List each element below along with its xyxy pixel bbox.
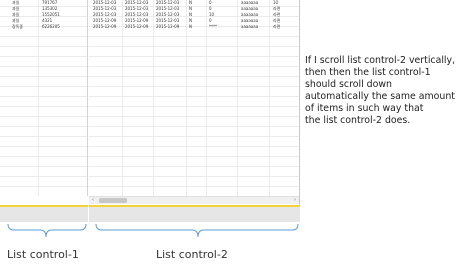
grid-line [0,176,87,177]
note-line: then then the list control-1 [305,67,431,78]
note-line: of items in such way that [305,103,424,114]
grid-line [89,86,299,87]
grid-line [89,66,299,67]
grid-line [0,166,87,167]
list-control-1-brace [7,223,87,238]
list-control-1-row[interactable]: 장독좋 6226205 [0,24,87,30]
note-line: automatically the same amount [305,91,455,102]
grid-line [89,146,299,147]
grid-line [0,86,87,87]
list-control-1-label: List control-1 [7,248,79,261]
grid-line [89,176,299,177]
list-control-2-footer [89,205,300,222]
grid-line [0,186,87,187]
grid-line [0,36,87,37]
grid-line [89,46,299,47]
grid-line [89,126,299,127]
grid-line [0,156,87,157]
grid-line [0,46,87,47]
list-control-2-cell: 2015-12-09 [125,24,149,29]
brace-annotations [7,223,299,238]
grid-line [89,96,299,97]
list-control-2-cell: 2015-12-09 [156,24,180,29]
list-control-2-label: List control-2 [156,248,228,261]
scrollbar-thumb[interactable] [99,198,127,203]
grid-line [89,56,299,57]
grid-line [89,116,299,117]
list-control-1-cell: 장독좋 [12,24,24,29]
grid-line [89,156,299,157]
list-control-2-cell: **** [209,24,217,29]
grid-line [0,116,87,117]
grid-line [0,76,87,77]
grid-line [0,126,87,127]
grid-line [89,136,299,137]
question-note: If I scroll list control-2 vertically, th… [305,55,473,127]
list-controls-panel: 과일 791767 과일 135302 과일 1552051 과일 4321 장독좋 622620… [0,0,300,222]
grid-line [0,56,87,57]
note-line: the list control-2 does. [305,115,411,126]
list-control-2-cell: aaaaaaa [241,24,259,29]
grid-line [89,186,299,187]
list-control-1-cell: 6226205 [42,24,60,29]
list-control-2-brace [95,223,299,238]
grid-line [0,136,87,137]
grid-line [0,106,87,107]
grid-line [89,76,299,77]
scroll-right-arrow-icon[interactable]: › [291,197,299,204]
note-line: If I scroll list control-2 vertically, [305,55,456,66]
scroll-left-arrow-icon[interactable]: ‹ [89,197,97,204]
grid-line [89,36,299,37]
list-control-2-horizontal-scrollbar[interactable]: ‹ › [89,196,299,204]
list-control-2-row[interactable]: 2015-12-09 2015-12-09 2015-12-09 N **** aaaaa… [89,24,299,30]
list-control-2-cell: 2015-12-09 [93,24,117,29]
list-control-2-cell: 라면 [273,24,281,29]
grid-line [89,106,299,107]
list-control-2[interactable]: 2015-12-03 2015-12-03 2015-12-03 N 0 aaaaaaa 1… [89,0,299,196]
note-line: should scroll down [305,79,392,90]
grid-line [89,166,299,167]
grid-line [0,66,87,67]
grid-line [0,96,87,97]
list-control-2-cell: N [189,24,192,29]
list-control-1[interactable]: 과일 791767 과일 135302 과일 1552051 과일 4321 장독좋 622620… [0,0,88,196]
list-control-1-footer [0,205,88,222]
grid-line [0,146,87,147]
